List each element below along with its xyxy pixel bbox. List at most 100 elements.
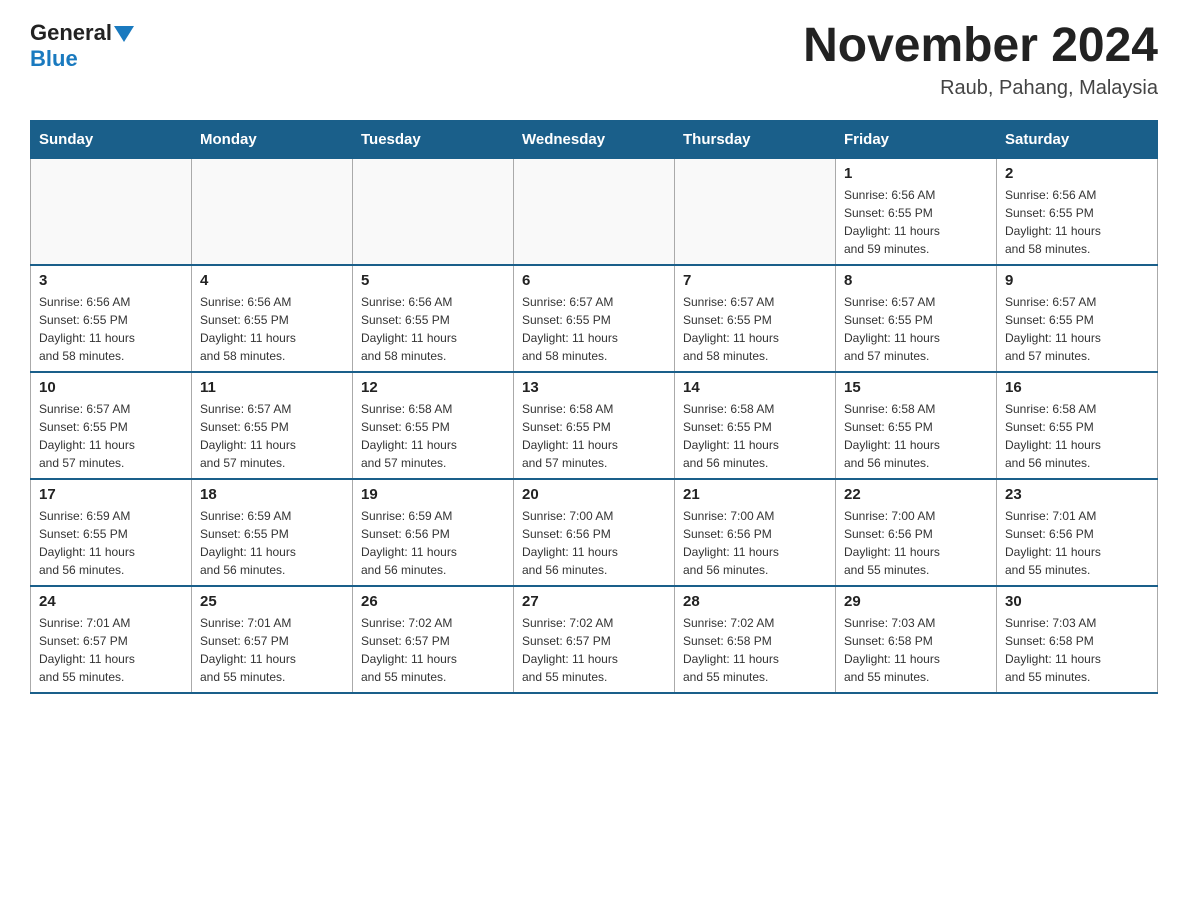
day-number: 7 — [683, 272, 827, 289]
day-info: Sunrise: 6:58 AMSunset: 6:55 PMDaylight:… — [522, 400, 666, 472]
day-info: Sunrise: 7:00 AMSunset: 6:56 PMDaylight:… — [522, 507, 666, 579]
calendar-cell: 8 Sunrise: 6:57 AMSunset: 6:55 PMDaylight… — [836, 265, 997, 372]
calendar-cell — [192, 158, 353, 265]
calendar-cell — [675, 158, 836, 265]
day-info: Sunrise: 6:57 AMSunset: 6:55 PMDaylight:… — [683, 293, 827, 365]
day-number: 15 — [844, 379, 988, 396]
day-info: Sunrise: 7:03 AMSunset: 6:58 PMDaylight:… — [844, 614, 988, 686]
day-of-week-header-monday: Monday — [192, 120, 353, 158]
day-info: Sunrise: 7:01 AMSunset: 6:57 PMDaylight:… — [39, 614, 183, 686]
calendar-cell: 22Sunrise: 7:00 AMSunset: 6:56 PMDayligh… — [836, 479, 997, 586]
calendar-cell: 7 Sunrise: 6:57 AMSunset: 6:55 PMDaylight… — [675, 265, 836, 372]
day-of-week-header-sunday: Sunday — [31, 120, 192, 158]
day-number: 27 — [522, 593, 666, 610]
day-info: Sunrise: 7:02 AMSunset: 6:57 PMDaylight:… — [522, 614, 666, 686]
calendar-week-row: 24 Sunrise: 7:01 AMSunset: 6:57 PMDayligh… — [31, 586, 1158, 693]
calendar-cell: 11Sunrise: 6:57 AMSunset: 6:55 PMDayligh… — [192, 372, 353, 479]
day-info: Sunrise: 7:03 AMSunset: 6:58 PMDaylight:… — [1005, 614, 1149, 686]
day-info: Sunrise: 6:57 AMSunset: 6:55 PMDaylight:… — [1005, 293, 1149, 365]
calendar-cell: 4Sunrise: 6:56 AMSunset: 6:55 PMDaylight… — [192, 265, 353, 372]
calendar-cell: 29 Sunrise: 7:03 AMSunset: 6:58 PMDayligh… — [836, 586, 997, 693]
day-number: 8 — [844, 272, 988, 289]
day-number: 5 — [361, 272, 505, 289]
day-info: Sunrise: 6:57 AMSunset: 6:55 PMDaylight:… — [522, 293, 666, 365]
calendar-cell: 5 Sunrise: 6:56 AMSunset: 6:55 PMDaylight… — [353, 265, 514, 372]
calendar-cell: 30 Sunrise: 7:03 AMSunset: 6:58 PMDayligh… — [997, 586, 1158, 693]
day-info: Sunrise: 7:01 AMSunset: 6:57 PMDaylight:… — [200, 614, 344, 686]
day-number: 4 — [200, 272, 344, 289]
logo: General Blue — [30, 20, 134, 72]
month-title: November 2024 — [803, 20, 1158, 73]
calendar-cell: 1Sunrise: 6:56 AMSunset: 6:55 PMDaylight… — [836, 158, 997, 265]
day-info: Sunrise: 6:57 AMSunset: 6:55 PMDaylight:… — [844, 293, 988, 365]
day-number: 23 — [1005, 486, 1149, 503]
location-title: Raub, Pahang, Malaysia — [803, 77, 1158, 100]
day-info: Sunrise: 6:59 AMSunset: 6:55 PMDaylight:… — [39, 507, 183, 579]
calendar-cell: 3 Sunrise: 6:56 AMSunset: 6:55 PMDaylight… — [31, 265, 192, 372]
day-info: Sunrise: 6:59 AMSunset: 6:55 PMDaylight:… — [200, 507, 344, 579]
day-number: 9 — [1005, 272, 1149, 289]
calendar-week-row: 3 Sunrise: 6:56 AMSunset: 6:55 PMDaylight… — [31, 265, 1158, 372]
calendar-cell: 16 Sunrise: 6:58 AMSunset: 6:55 PMDayligh… — [997, 372, 1158, 479]
day-of-week-header-wednesday: Wednesday — [514, 120, 675, 158]
calendar-cell: 26 Sunrise: 7:02 AMSunset: 6:57 PMDayligh… — [353, 586, 514, 693]
calendar-cell: 24 Sunrise: 7:01 AMSunset: 6:57 PMDayligh… — [31, 586, 192, 693]
logo-triangle-icon — [114, 26, 134, 42]
day-info: Sunrise: 6:58 AMSunset: 6:55 PMDaylight:… — [361, 400, 505, 472]
day-info: Sunrise: 7:02 AMSunset: 6:58 PMDaylight:… — [683, 614, 827, 686]
logo-general-text: General — [30, 20, 112, 46]
day-number: 6 — [522, 272, 666, 289]
calendar-week-row: 1Sunrise: 6:56 AMSunset: 6:55 PMDaylight… — [31, 158, 1158, 265]
calendar-cell: 20 Sunrise: 7:00 AMSunset: 6:56 PMDayligh… — [514, 479, 675, 586]
calendar-cell: 2 Sunrise: 6:56 AMSunset: 6:55 PMDaylight… — [997, 158, 1158, 265]
logo-general: General — [30, 20, 134, 46]
day-number: 16 — [1005, 379, 1149, 396]
days-of-week-row: SundayMondayTuesdayWednesdayThursdayFrid… — [31, 120, 1158, 158]
day-number: 19 — [361, 486, 505, 503]
calendar-cell — [31, 158, 192, 265]
calendar-cell: 10Sunrise: 6:57 AMSunset: 6:55 PMDayligh… — [31, 372, 192, 479]
calendar-cell: 14Sunrise: 6:58 AMSunset: 6:55 PMDayligh… — [675, 372, 836, 479]
day-info: Sunrise: 7:02 AMSunset: 6:57 PMDaylight:… — [361, 614, 505, 686]
day-number: 14 — [683, 379, 827, 396]
day-number: 2 — [1005, 165, 1149, 182]
day-number: 30 — [1005, 593, 1149, 610]
calendar-cell: 19 Sunrise: 6:59 AMSunset: 6:56 PMDayligh… — [353, 479, 514, 586]
calendar-cell: 12Sunrise: 6:58 AMSunset: 6:55 PMDayligh… — [353, 372, 514, 479]
day-number: 17 — [39, 486, 183, 503]
calendar-cell — [353, 158, 514, 265]
day-number: 28 — [683, 593, 827, 610]
day-info: Sunrise: 7:01 AMSunset: 6:56 PMDaylight:… — [1005, 507, 1149, 579]
day-info: Sunrise: 6:56 AMSunset: 6:55 PMDaylight:… — [39, 293, 183, 365]
day-number: 24 — [39, 593, 183, 610]
calendar-cell: 15Sunrise: 6:58 AMSunset: 6:55 PMDayligh… — [836, 372, 997, 479]
day-info: Sunrise: 6:57 AMSunset: 6:55 PMDaylight:… — [200, 400, 344, 472]
day-number: 22 — [844, 486, 988, 503]
calendar-cell: 28 Sunrise: 7:02 AMSunset: 6:58 PMDayligh… — [675, 586, 836, 693]
day-of-week-header-saturday: Saturday — [997, 120, 1158, 158]
calendar-cell: 23 Sunrise: 7:01 AMSunset: 6:56 PMDayligh… — [997, 479, 1158, 586]
day-number: 3 — [39, 272, 183, 289]
day-of-week-header-thursday: Thursday — [675, 120, 836, 158]
day-number: 29 — [844, 593, 988, 610]
day-info: Sunrise: 6:56 AMSunset: 6:55 PMDaylight:… — [361, 293, 505, 365]
calendar-cell: 21 Sunrise: 7:00 AMSunset: 6:56 PMDayligh… — [675, 479, 836, 586]
day-info: Sunrise: 7:00 AMSunset: 6:56 PMDaylight:… — [683, 507, 827, 579]
day-info: Sunrise: 6:59 AMSunset: 6:56 PMDaylight:… — [361, 507, 505, 579]
day-number: 18 — [200, 486, 344, 503]
day-info: Sunrise: 6:56 AMSunset: 6:55 PMDaylight:… — [1005, 186, 1149, 258]
day-number: 21 — [683, 486, 827, 503]
calendar-cell: 17 Sunrise: 6:59 AMSunset: 6:55 PMDayligh… — [31, 479, 192, 586]
calendar-week-row: 10Sunrise: 6:57 AMSunset: 6:55 PMDayligh… — [31, 372, 1158, 479]
title-block: November 2024 Raub, Pahang, Malaysia — [803, 20, 1158, 100]
calendar-cell: 25 Sunrise: 7:01 AMSunset: 6:57 PMDayligh… — [192, 586, 353, 693]
day-of-week-header-tuesday: Tuesday — [353, 120, 514, 158]
day-number: 20 — [522, 486, 666, 503]
calendar-cell: 9 Sunrise: 6:57 AMSunset: 6:55 PMDaylight… — [997, 265, 1158, 372]
day-number: 26 — [361, 593, 505, 610]
day-number: 25 — [200, 593, 344, 610]
day-number: 13 — [522, 379, 666, 396]
logo-blue-text: Blue — [30, 46, 78, 72]
calendar-cell: 6 Sunrise: 6:57 AMSunset: 6:55 PMDaylight… — [514, 265, 675, 372]
day-info: Sunrise: 6:58 AMSunset: 6:55 PMDaylight:… — [1005, 400, 1149, 472]
